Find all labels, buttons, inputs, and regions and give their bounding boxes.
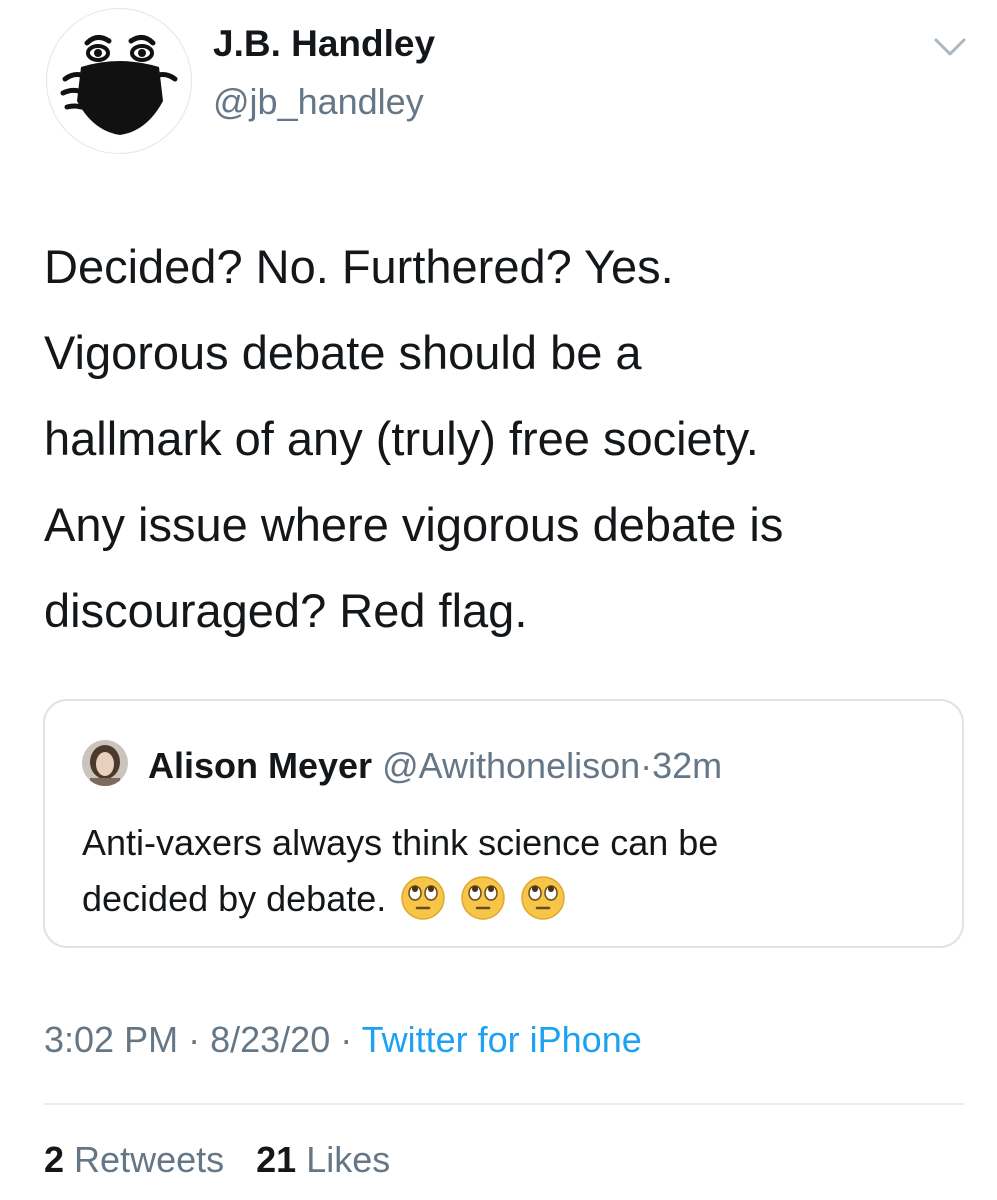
tweet-stats: 2 Retweets 21 Likes	[44, 1138, 412, 1182]
quoted-tweet-card[interactable]: Alison Meyer @Awithonelison·32m Anti-vax…	[43, 699, 964, 948]
quoted-tweet-line: Anti-vaxers always think science can be	[82, 822, 719, 863]
tweet-text: Decided? No. Furthered? Yes. Vigorous de…	[44, 224, 964, 654]
retweets-stat[interactable]: 2 Retweets	[44, 1138, 224, 1182]
separator-dot: ·	[340, 1019, 353, 1060]
retweets-count: 2	[44, 1139, 65, 1180]
face-with-rolling-eyes-icon	[401, 876, 445, 920]
separator-dot: ·	[640, 745, 653, 786]
face-with-rolling-eyes-icon	[521, 876, 565, 920]
masked-face-icon	[60, 35, 178, 135]
author-handle[interactable]: @jb_handley	[213, 82, 424, 122]
tweet-time: 3:02 PM	[44, 1019, 179, 1060]
quoted-author-handle: @Awithonelison	[382, 745, 641, 786]
tweet-text-line: discouraged? Red flag.	[44, 584, 528, 637]
tweet-text-line: Any issue where vigorous debate is	[44, 498, 784, 551]
quoted-tweet-text: Anti-vaxers always think science can be …	[82, 815, 942, 927]
quoted-tweet-line-with-emoji: decided by debate.	[82, 871, 942, 927]
separator-dot: ·	[188, 1019, 201, 1060]
quoted-author-name: Alison Meyer	[148, 745, 373, 786]
quoted-author-avatar	[82, 740, 128, 786]
chevron-down-icon	[934, 38, 966, 56]
tweet-metadata: 3:02 PM · 8/23/20 · Twitter for iPhone	[44, 1018, 642, 1062]
likes-stat[interactable]: 21 Likes	[256, 1138, 390, 1182]
author-avatar[interactable]	[46, 8, 192, 154]
tweet-text-line: Decided? No. Furthered? Yes.	[44, 240, 674, 293]
tweet-date: 8/23/20	[210, 1019, 331, 1060]
divider	[44, 1103, 964, 1105]
quoted-tweet-header: Alison Meyer @Awithonelison·32m	[148, 745, 722, 787]
person-photo-icon	[82, 740, 128, 786]
likes-label: Likes	[306, 1139, 391, 1180]
likes-count: 21	[256, 1139, 297, 1180]
tweet-source-link[interactable]: Twitter for iPhone	[362, 1019, 642, 1060]
tweet-text-line: hallmark of any (truly) free society.	[44, 412, 759, 465]
quoted-tweet-line: decided by debate.	[82, 878, 387, 919]
more-options-button[interactable]	[930, 30, 970, 62]
quoted-tweet-time: 32m	[652, 745, 723, 786]
author-display-name[interactable]: J.B. Handley	[213, 23, 435, 65]
face-with-rolling-eyes-icon	[461, 876, 505, 920]
tweet-text-line: Vigorous debate should be a	[44, 326, 642, 379]
retweets-label: Retweets	[74, 1139, 225, 1180]
